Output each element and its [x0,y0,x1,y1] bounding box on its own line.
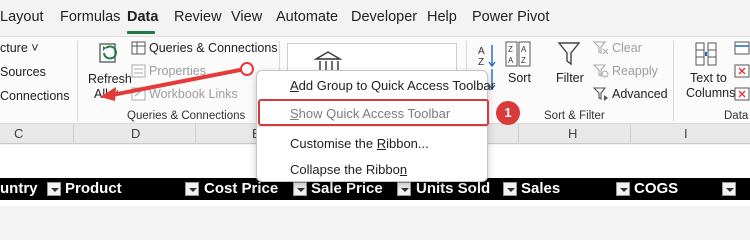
menu-item-add-group-to-qat[interactable]: Add Group to Quick Access Toolbar [290,78,495,93]
menu-item-collapse-ribbon[interactable]: Collapse the Ribbon [290,162,407,177]
menu-item-label: ibbon... [386,136,429,151]
callout-number-badge: 1 [496,101,520,125]
callout-highlight-box [258,99,489,126]
menu-item-accelerator: n [399,162,408,177]
menu-item-customise-ribbon[interactable]: Customise the Ribbon... [290,136,429,151]
menu-item-accelerator: R [376,136,387,151]
ribbon-context-menu: Add Group to Quick Access Toolbar Show Q… [256,70,495,182]
menu-separator [257,126,487,127]
menu-item-label: Customise the [290,136,377,151]
menu-item-label: Collapse the Ribbo [290,162,400,177]
menu-item-accelerator: A [290,78,299,93]
menu-item-label: dd Group to Quick Access Toolbar [298,78,495,93]
